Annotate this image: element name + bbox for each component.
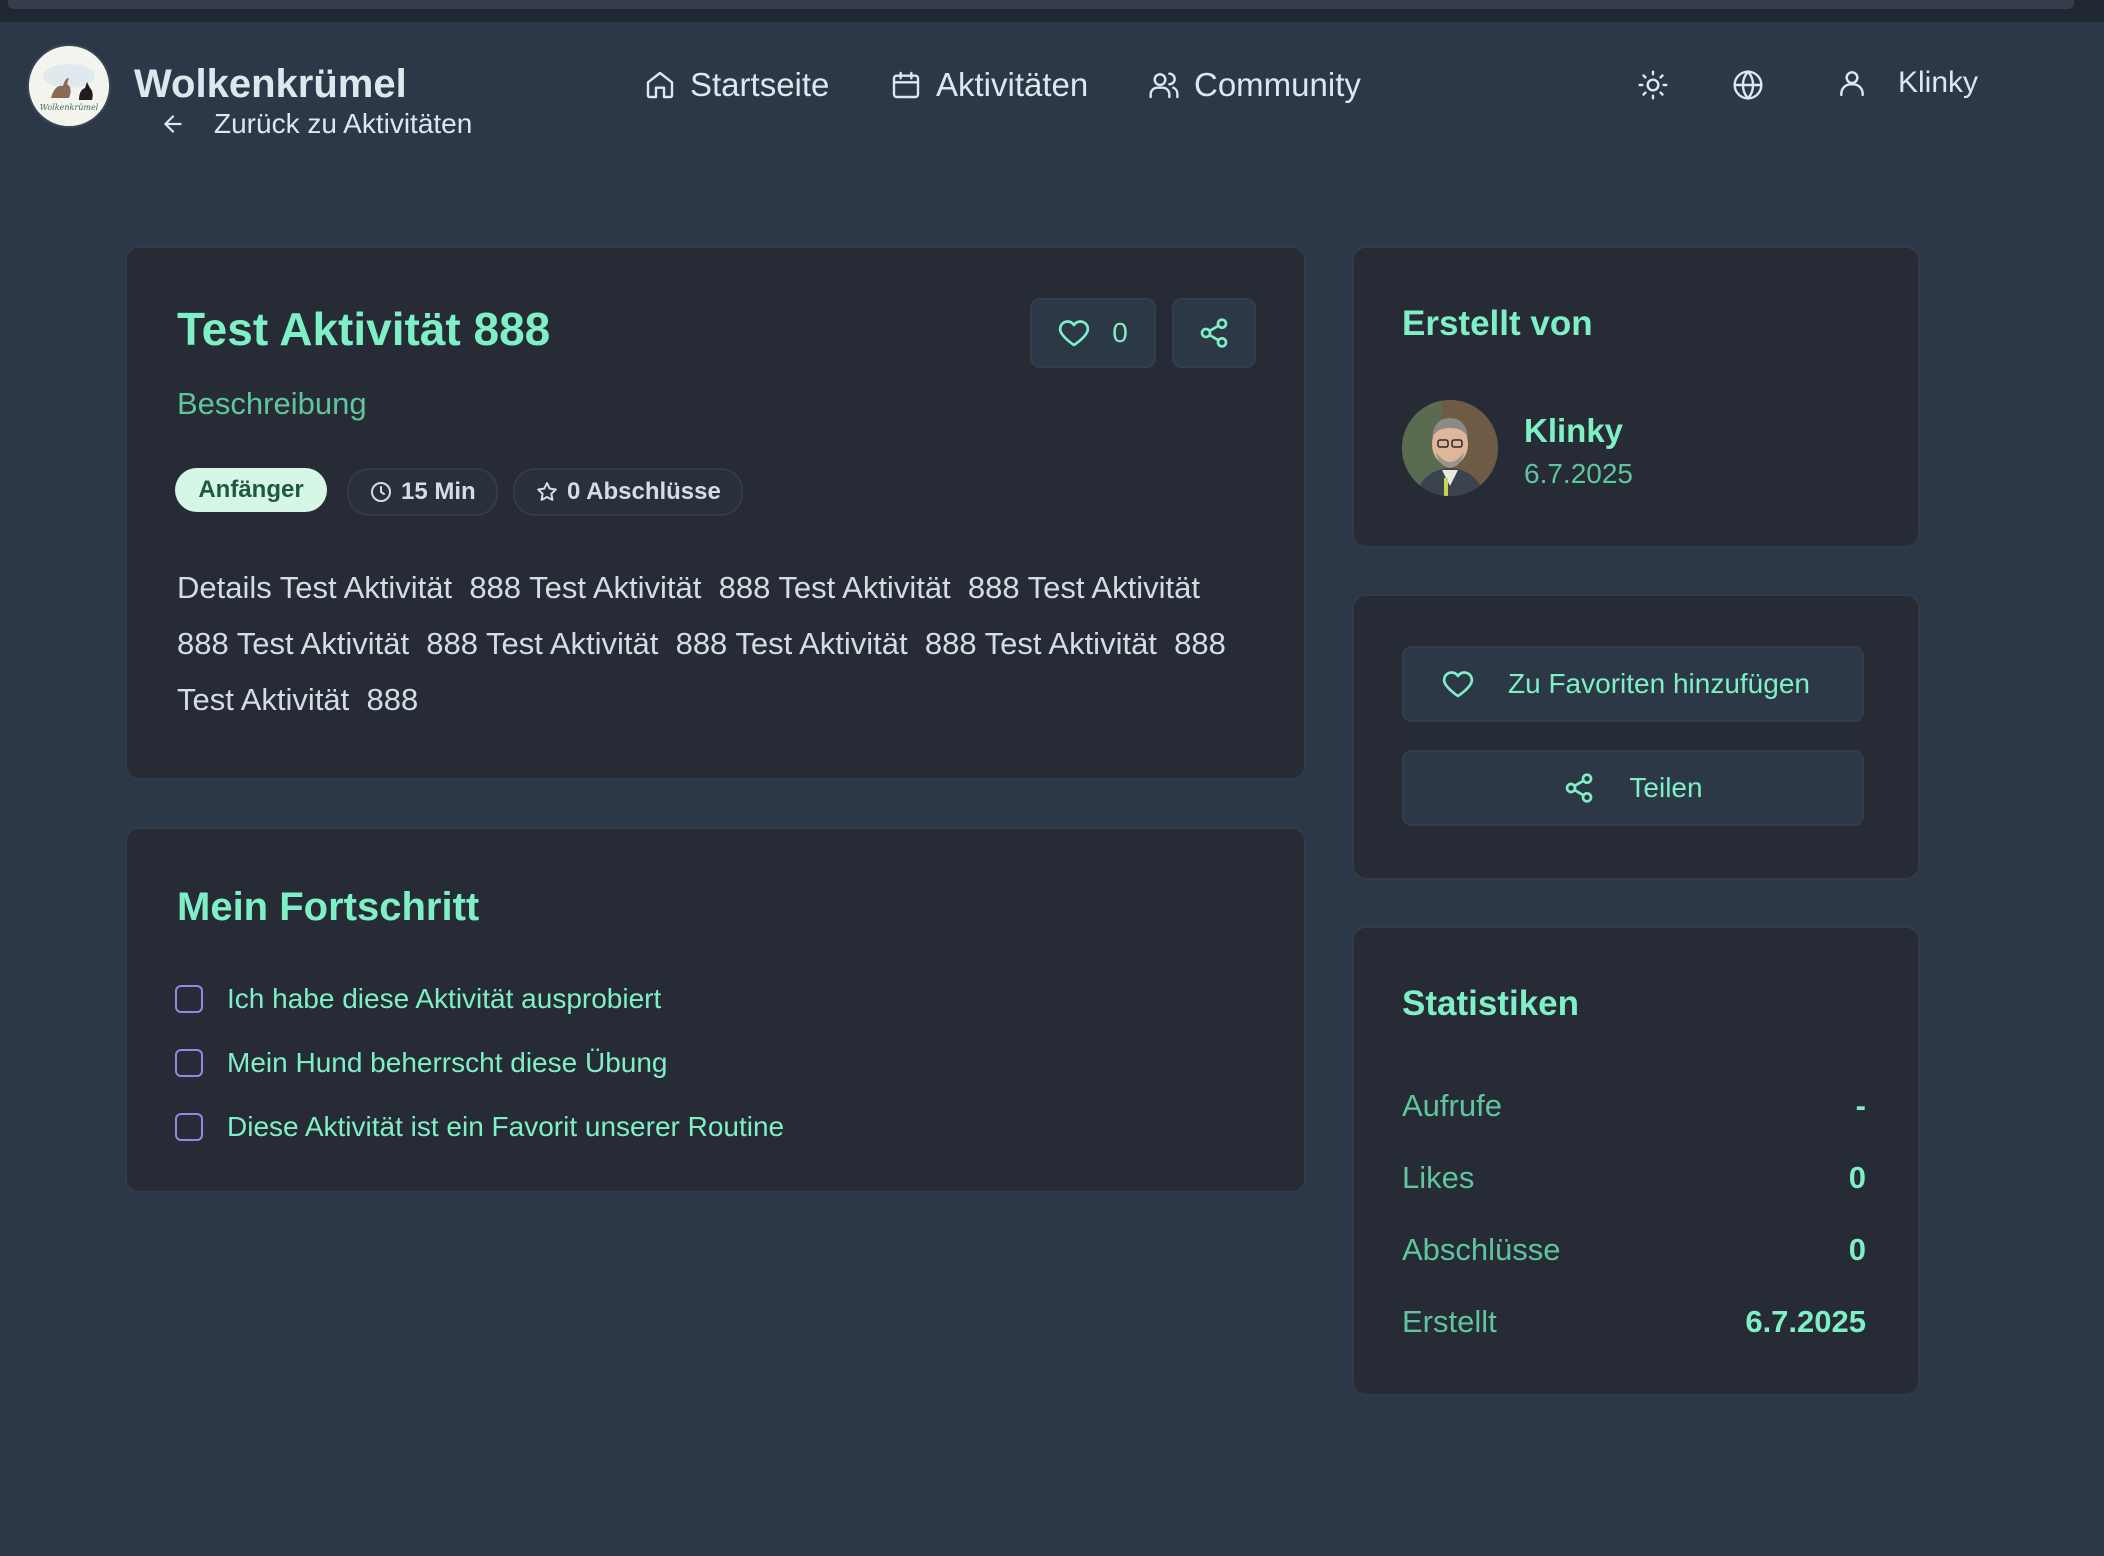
stat-value: 0 (1848, 1160, 1866, 1195)
users-icon (1149, 72, 1179, 99)
completions-label: 0 Abschlüsse (567, 478, 721, 505)
add-favorite-label: Zu Favoriten hinzufügen (1508, 668, 1810, 699)
progress-item-label: Mein Hund beherrscht diese Übung (227, 1047, 668, 1078)
share-icon (1200, 318, 1228, 348)
back-link[interactable]: Zurück zu Aktivitäten (160, 108, 472, 140)
duration-badge: 15 Min (347, 468, 498, 516)
avatar[interactable] (1402, 400, 1498, 496)
author-card-title: Erstellt von (1402, 304, 1593, 343)
progress-item-tried[interactable]: Ich habe diese Aktivität ausprobiert (175, 983, 661, 1015)
sun-icon[interactable] (1637, 69, 1669, 101)
star-icon (537, 482, 557, 501)
checkbox[interactable] (175, 985, 203, 1013)
nav-startseite[interactable]: Startseite (644, 66, 829, 104)
activity-title: Test Aktivität 888 (177, 303, 551, 355)
activity-card: Test Aktivität 888 Beschreibung 0 Anfäng… (125, 246, 1306, 780)
stat-row-created: Erstellt 6.7.2025 (1402, 1304, 1866, 1340)
share-button[interactable]: Teilen (1402, 750, 1864, 826)
progress-title: Mein Fortschritt (177, 885, 480, 929)
svg-text:Wolkenkrümel: Wolkenkrümel (40, 103, 99, 112)
duration-label: 15 Min (401, 478, 476, 505)
brand-name[interactable]: Wolkenkrümel (134, 62, 407, 107)
stat-value: 6.7.2025 (1745, 1304, 1866, 1339)
nav-aktivitaeten[interactable]: Aktivitäten (890, 66, 1088, 104)
nav-label: Community (1194, 66, 1361, 103)
progress-item-favorite[interactable]: Diese Aktivität ist ein Favorit unserer … (175, 1111, 784, 1143)
clock-icon (371, 482, 391, 502)
stat-value: 0 (1848, 1232, 1866, 1267)
stats-title: Statistiken (1402, 984, 1579, 1023)
activity-details: Details Test Aktivität 888 Test Aktivitä… (177, 570, 1234, 717)
activity-subtitle: Beschreibung (177, 386, 367, 421)
like-button[interactable]: 0 (1030, 298, 1156, 368)
back-link-label: Zurück zu Aktivitäten (214, 108, 473, 139)
stat-label: Abschlüsse (1402, 1232, 1561, 1267)
add-favorite-button[interactable]: Zu Favoriten hinzufügen (1402, 646, 1864, 722)
stat-row-completions: Abschlüsse 0 (1402, 1232, 1866, 1268)
share-icon-button[interactable] (1172, 298, 1256, 368)
user-menu[interactable]: Klinky (1836, 66, 1978, 100)
nav-community[interactable]: Community (1148, 66, 1361, 104)
actions-card: Zu Favoriten hinzufügen Teilen (1352, 594, 1920, 880)
nav-label: Aktivitäten (936, 66, 1089, 103)
author-date: 6.7.2025 (1524, 458, 1633, 489)
share-label: Teilen (1629, 772, 1703, 803)
browser-top-strip (0, 0, 2104, 22)
progress-item-label: Diese Aktivität ist ein Favorit unserer … (227, 1111, 785, 1142)
stats-card: Statistiken Aufrufe - Likes 0 Abschlüsse… (1352, 926, 1920, 1396)
stat-row-likes: Likes 0 (1402, 1160, 1866, 1196)
author-card: Erstellt von Klinky 6.7.2025 (1352, 246, 1920, 548)
progress-card: Mein Fortschritt Ich habe diese Aktivitä… (125, 827, 1306, 1193)
globe-icon[interactable] (1732, 69, 1764, 101)
stat-label: Likes (1402, 1160, 1475, 1195)
brand-logo[interactable]: Wolkenkrümel (29, 46, 109, 126)
heart-icon (1059, 320, 1090, 347)
completions-badge: 0 Abschlüsse (513, 468, 743, 516)
arrow-left-icon (164, 115, 182, 133)
level-badge: Anfänger (175, 468, 327, 512)
stat-label: Aufrufe (1402, 1088, 1502, 1123)
stat-row-views: Aufrufe - (1402, 1088, 1866, 1124)
home-icon (646, 71, 674, 99)
calendar-icon (892, 71, 920, 99)
checkbox[interactable] (175, 1113, 203, 1141)
nav-label: Startseite (690, 66, 830, 103)
user-icon (1840, 71, 1864, 97)
stat-value: - (1855, 1088, 1866, 1123)
user-name: Klinky (1898, 66, 1979, 99)
share-icon (1566, 773, 1593, 803)
stat-label: Erstellt (1402, 1304, 1497, 1339)
heart-icon (1442, 671, 1474, 698)
progress-item-label: Ich habe diese Aktivität ausprobiert (227, 983, 662, 1014)
checkbox[interactable] (175, 1049, 203, 1077)
progress-item-mastered[interactable]: Mein Hund beherrscht diese Übung (175, 1047, 667, 1079)
author-name[interactable]: Klinky (1524, 412, 1623, 450)
like-count: 0 (1112, 317, 1128, 348)
